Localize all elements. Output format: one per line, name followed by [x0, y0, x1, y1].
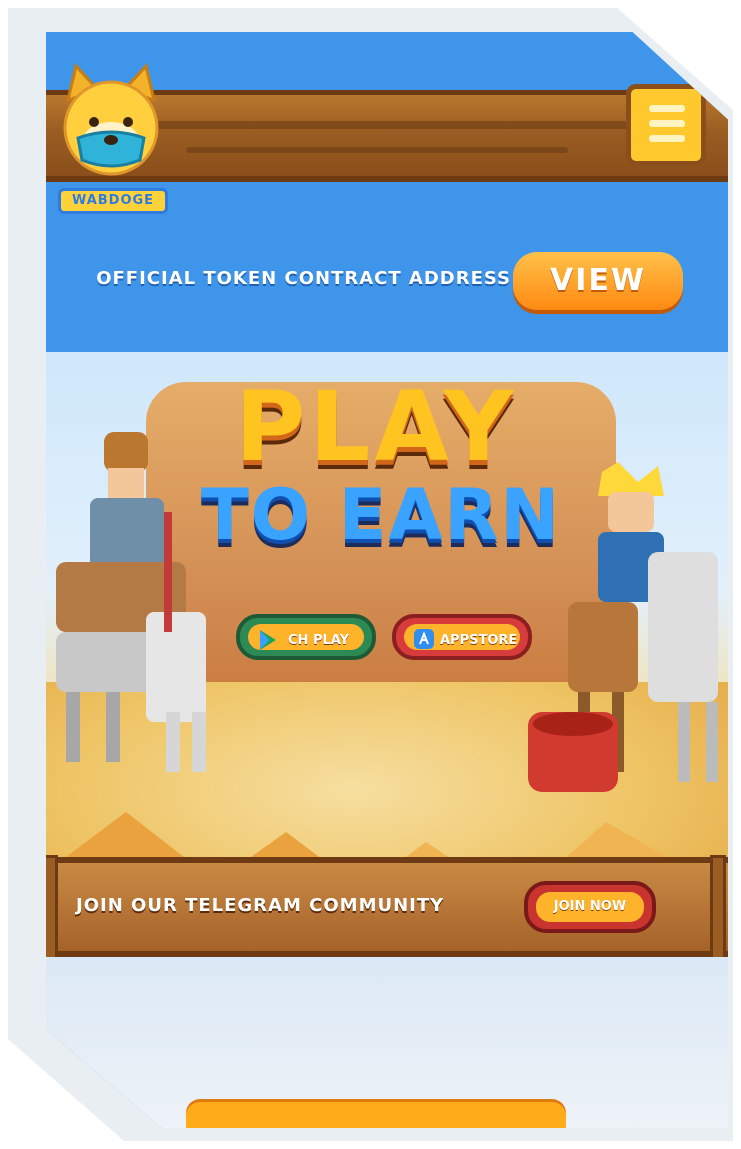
ch-play-label: CH PLAY: [288, 633, 349, 648]
google-play-icon: [260, 630, 276, 650]
logo-wordmark: WABDOGE: [58, 188, 168, 214]
hamburger-line: [649, 120, 685, 127]
appstore-button[interactable]: APPSTORE: [392, 614, 532, 660]
banner-post-left: [46, 855, 58, 967]
bottom-partial-button[interactable]: [186, 1102, 566, 1128]
join-now-label: JOIN NOW: [553, 899, 627, 914]
menu-button[interactable]: [626, 84, 706, 166]
appstore-label: APPSTORE: [440, 633, 518, 648]
app-store-icon: [414, 629, 434, 649]
hamburger-menu-icon: [649, 105, 685, 112]
join-now-button[interactable]: JOIN NOW: [524, 881, 656, 933]
telegram-banner: JOIN OUR TELEGRAM COMMUNITY JOIN NOW: [46, 855, 728, 967]
banner-post-right: [710, 855, 726, 967]
telegram-community-label: JOIN OUR TELEGRAM COMMUNITY: [76, 895, 445, 916]
ch-play-button[interactable]: CH PLAY: [236, 614, 376, 660]
contract-address-label: OFFICIAL TOKEN CONTRACT ADDRESS: [96, 268, 511, 289]
mobile-screen: WABDOGE OFFICIAL TOKEN CONTRACT ADDRESS …: [46, 32, 728, 1128]
logo[interactable]: WABDOGE: [54, 60, 168, 214]
play-title: PLAY: [234, 371, 518, 483]
to-earn-title: TO EARN: [200, 474, 562, 556]
hamburger-line: [649, 135, 685, 142]
doge-mascot-icon: [63, 62, 159, 176]
view-contract-button[interactable]: VIEW: [513, 252, 683, 310]
